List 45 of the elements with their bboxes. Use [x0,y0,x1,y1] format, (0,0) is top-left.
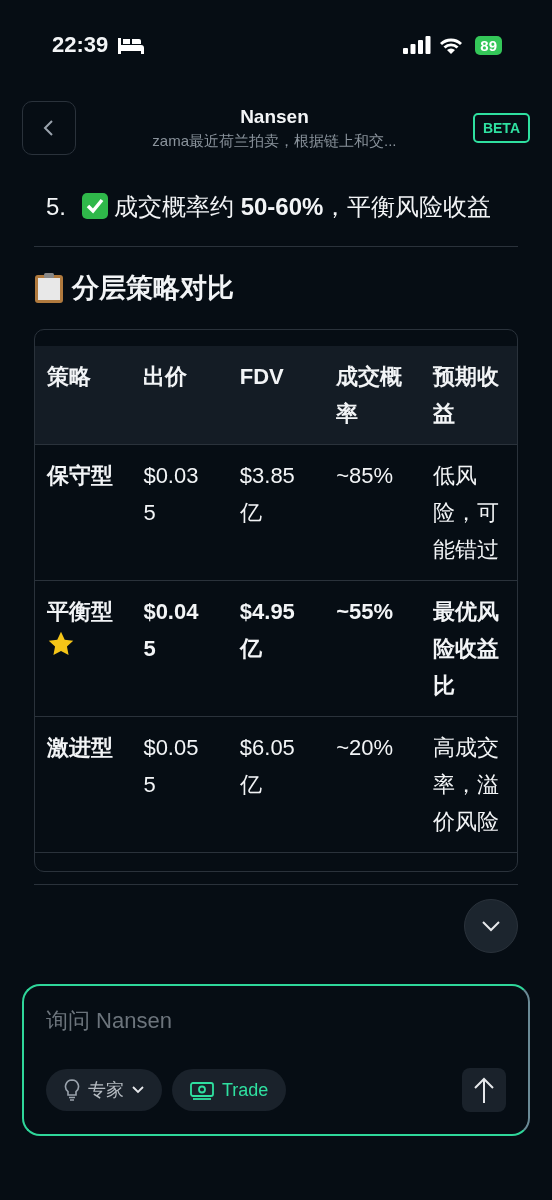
back-button[interactable] [22,101,76,155]
table-cell-text: ~85% [336,462,394,490]
battery-level: 89 [475,35,502,55]
chat-subtitle: zama最近荷兰拍卖，根据链上和交... [152,131,397,151]
lightbulb-icon [64,1079,80,1101]
send-button[interactable] [462,1068,506,1112]
caret-icon [132,1086,144,1094]
trade-button[interactable]: Trade [172,1069,287,1111]
chat-title: Nansen [240,105,309,128]
scroll-down-button[interactable] [464,899,518,953]
column-header: 成交概率 [335,363,404,428]
wifi-icon [439,36,464,54]
table-cell-text: ~55% [336,598,394,626]
table-cell-text: 低风险，可能错过 [432,462,499,564]
message-input[interactable]: 询问 Nansen [46,1008,506,1034]
check-mark-icon [82,193,108,219]
table-cell-text: $3.85亿 [239,462,296,527]
signal-icon [403,36,432,54]
table-cell-text: 保守型 [47,462,113,490]
list-number: 5. [45,192,67,222]
status-time: 22:39 [52,32,109,58]
chevron-left-icon [42,118,56,138]
arrow-up-icon [473,1076,495,1104]
clipboard-icon [34,272,64,304]
table-cell-text: $6.05亿 [239,734,296,799]
table-cell-text: 最优风险收益比 [432,598,499,700]
table-cell-text: $0.035 [143,462,200,527]
banknote-icon [190,1080,214,1100]
chevron-down-icon [481,920,501,932]
table-cell-text: ~20% [336,734,394,762]
table-cell-text: $0.045 [143,598,200,663]
column-header: 出价 [142,363,189,391]
column-header: FDV [238,363,285,391]
list-text: 成交概率约 50-60%，平衡风险收益 [114,193,492,220]
table-cell-text: 激进型 [47,734,113,762]
table-cell-text: 高成交率，溢价风险 [432,734,499,836]
table-cell-text: $0.055 [143,734,200,799]
table-cell-text: 平衡型 [47,598,113,626]
column-header: 策略 [46,363,92,391]
beta-badge: BETA [472,113,530,143]
bed-icon [116,36,147,54]
mode-dropdown[interactable]: 专家 [46,1069,162,1111]
table-cell-text: $4.95亿 [239,598,296,663]
column-header: 预期收益 [431,363,500,428]
section-heading: 分层策略对比 [72,272,234,305]
